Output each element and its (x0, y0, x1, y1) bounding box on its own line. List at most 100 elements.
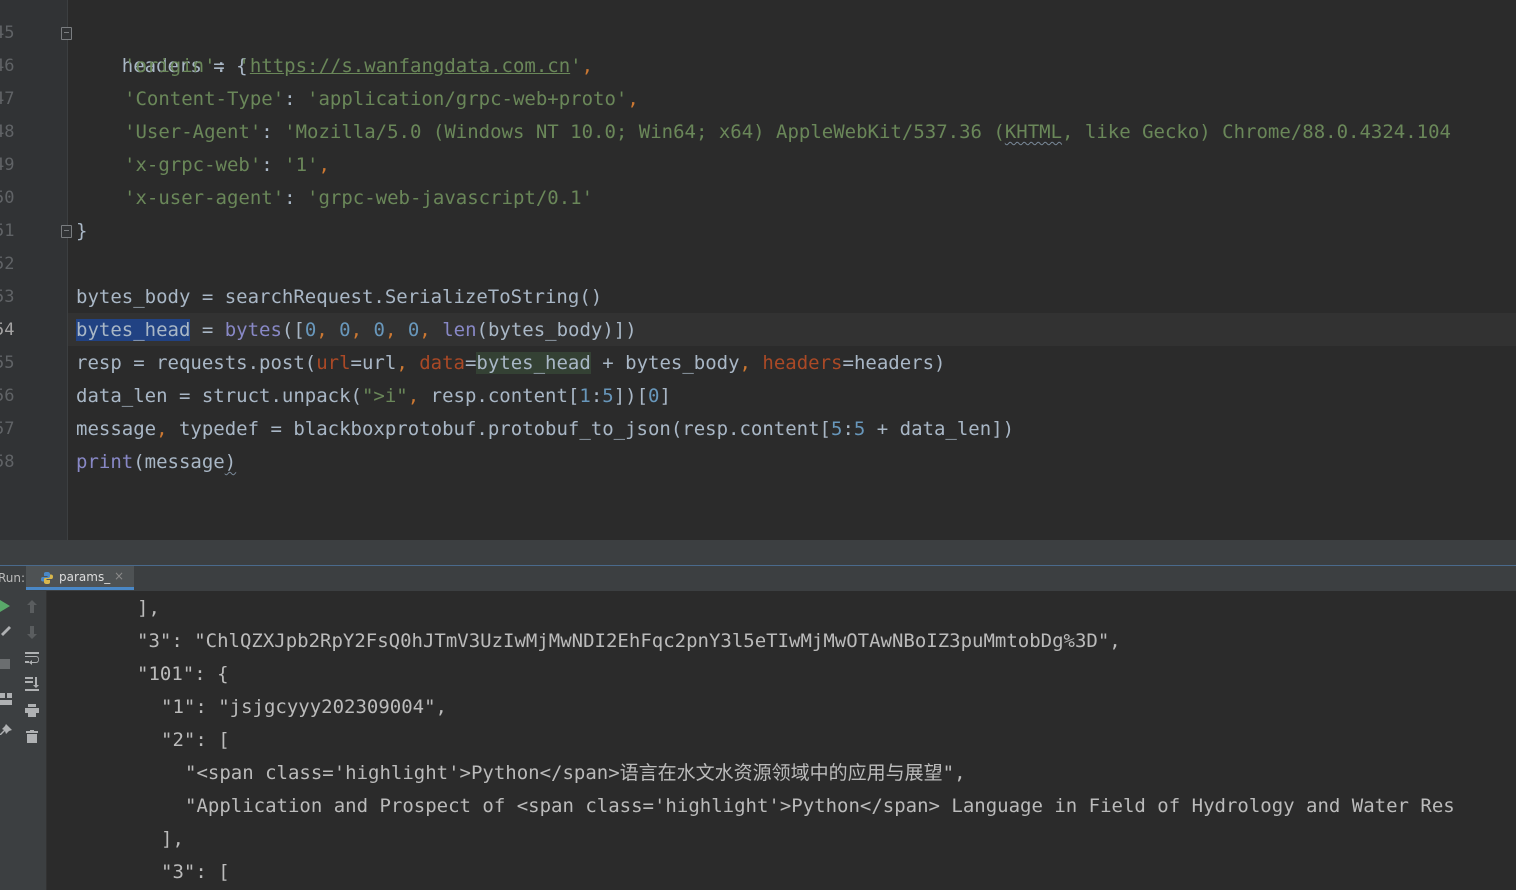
comma-token: , (739, 352, 763, 374)
builtin-token: len (442, 319, 477, 341)
code-line-47: 'Content-Type': 'application/grpc-web+pr… (124, 83, 639, 116)
line-number: 48 (0, 122, 15, 142)
number-token: 0 (304, 319, 317, 341)
stop-icon[interactable] (0, 659, 10, 669)
string-token: '1' (284, 154, 319, 176)
run-label: Run: (0, 571, 26, 585)
code-line-58: print(message) (76, 446, 236, 479)
python-icon (41, 572, 53, 584)
code-token: = (464, 352, 477, 374)
trash-icon[interactable] (26, 730, 38, 743)
comma-token: , (396, 352, 420, 374)
code-token: + bytes_body (590, 352, 740, 374)
string-token: 'application/grpc-web+proto' (307, 88, 628, 110)
run-tab-label: params_ (59, 570, 111, 584)
code-line-49: 'x-grpc-web': '1', (124, 149, 330, 182)
url-link[interactable]: https://s.wanfangdata.com.cn (250, 55, 570, 77)
code-line-55: resp = requests.post(url=url, data=bytes… (76, 347, 945, 380)
number-token: 1 (579, 385, 591, 407)
panel-divider[interactable] (0, 540, 1516, 565)
code-token: : (284, 187, 308, 209)
line-number: 57 (0, 419, 15, 439)
line-number: 45 (0, 23, 15, 43)
line-number: 56 (0, 386, 15, 406)
string-token: 'Content-Type' (124, 88, 285, 110)
output-line: "<span class='highlight'>Python</span>语言… (185, 762, 966, 784)
comma-token: , (407, 385, 431, 407)
output-line: ], (161, 828, 184, 850)
run-toolbar-primary (0, 591, 18, 890)
code-token: ])[ (613, 385, 649, 407)
code-token: ] (659, 385, 671, 407)
fold-end-icon[interactable] (61, 225, 72, 238)
warning-token: ) (224, 451, 237, 473)
comma-token: , (350, 319, 374, 341)
wrench-icon[interactable] (0, 625, 12, 637)
run-icon[interactable] (0, 600, 10, 612)
code-token: data_len = struct.unpack( (76, 385, 362, 407)
pin-icon[interactable] (0, 724, 12, 736)
number-token: 0 (407, 319, 420, 341)
comma-token: , (627, 88, 639, 110)
number-token: 5 (831, 418, 843, 440)
run-panel-header: Run: params_ × (0, 565, 1516, 591)
down-arrow-icon[interactable] (26, 626, 38, 639)
line-number: 46 (0, 56, 15, 76)
scroll-to-end-icon[interactable] (25, 677, 39, 691)
string-token: ">i" (361, 385, 408, 407)
line-number-gutter: 45 46 47 48 49 50 51 52 53 54 55 56 57 5… (0, 0, 68, 540)
builtin-token: bytes (224, 319, 282, 341)
comma-token: , (318, 154, 330, 176)
up-arrow-icon[interactable] (26, 600, 38, 613)
line-number: 53 (0, 287, 15, 307)
code-token: = (190, 319, 225, 341)
console-output[interactable]: ], "3": "ChlQZXJpb2RpY2FsQ0hJTmV3UzIwMjM… (47, 591, 1516, 890)
line-number: 52 (0, 254, 15, 274)
line-number-current: 54 (0, 320, 15, 340)
comma-token: , (384, 319, 408, 341)
line-number: 58 (0, 452, 15, 472)
code-line-56: data_len = struct.unpack(">i", resp.cont… (76, 380, 671, 413)
code-line-50: 'x-user-agent': 'grpc-web-javascript/0.1… (124, 182, 593, 215)
fold-collapse-icon[interactable] (61, 27, 72, 40)
code-token: : (284, 88, 308, 110)
keyword-arg-token: data (419, 352, 465, 374)
code-token: (message (133, 451, 225, 473)
print-icon[interactable] (25, 704, 39, 717)
code-token: =headers) (842, 352, 946, 374)
output-line: "3": [ (161, 861, 230, 883)
code-token: : (215, 55, 239, 77)
code-editor[interactable]: 45 46 47 48 49 50 51 52 53 54 55 56 57 5… (0, 0, 1516, 540)
code-token: (bytes_body)]) (476, 319, 637, 341)
string-token: , like Gecko) Chrome/88.0.4324.104 (1062, 121, 1451, 143)
code-token: bytes_body = searchRequest.SerializeToSt… (76, 286, 603, 308)
code-line-48: 'User-Agent': 'Mozilla/5.0 (Windows NT 1… (124, 116, 1451, 149)
string-token: ' (570, 55, 582, 77)
string-token: 'Mozilla/5.0 (Windows NT 10.0; Win64; x6… (284, 121, 1005, 143)
close-icon[interactable]: × (114, 569, 124, 583)
layout-icon[interactable] (0, 693, 12, 705)
comma-token: , (316, 319, 340, 341)
code-line-53: bytes_body = searchRequest.SerializeToSt… (76, 281, 602, 314)
code-token: : (842, 418, 854, 440)
comma-token: , (419, 319, 443, 341)
selected-token: bytes_head (76, 319, 191, 341)
output-line: "1": "jsjgcyyy202309004", (161, 696, 447, 718)
highlighted-usage-token: bytes_head (476, 352, 591, 374)
line-number: 47 (0, 89, 15, 109)
code-token: resp.content[ (430, 385, 580, 407)
run-tab-params[interactable]: params_ × (26, 566, 134, 590)
code-line-54: bytes_head = bytes([0, 0, 0, 0, len(byte… (76, 314, 637, 347)
output-line: "2": [ (161, 729, 230, 751)
code-line-45: headers = { (76, 17, 248, 77)
line-number: 50 (0, 188, 15, 208)
string-token: 'x-user-agent' (124, 187, 285, 209)
code-line-46: 'origin': 'https://s.wanfangdata.com.cn'… (124, 50, 593, 83)
number-token: 0 (339, 319, 351, 341)
soft-wrap-icon[interactable] (25, 652, 39, 665)
typo-token: KHTML (1004, 121, 1063, 143)
code-token: : (590, 385, 603, 407)
comma-token: , (156, 418, 179, 440)
number-token: 5 (853, 418, 866, 440)
builtin-token: print (76, 451, 134, 473)
